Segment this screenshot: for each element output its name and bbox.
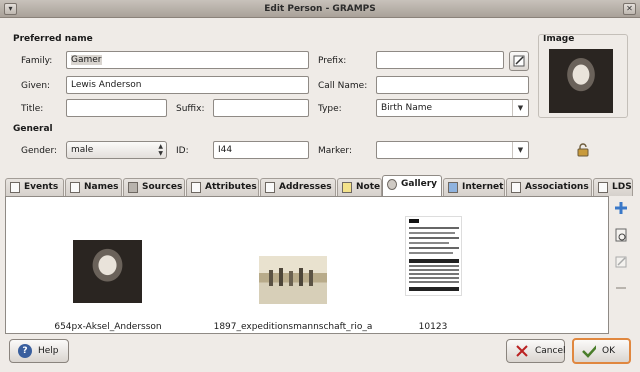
tab-events[interactable]: Events (5, 178, 64, 196)
tab-sources[interactable]: Sources (123, 178, 185, 196)
share-media-button[interactable] (613, 228, 629, 244)
general-heading: General (13, 124, 53, 134)
cancel-button[interactable]: Cancel (506, 339, 566, 363)
edit-media-button[interactable] (613, 255, 629, 271)
ok-button[interactable]: OK (572, 338, 631, 364)
edit-icon (615, 256, 627, 268)
family-input-value: Gamer (71, 55, 102, 65)
tab-lds-label: LDS (612, 182, 632, 192)
tab-note[interactable]: Note (337, 178, 382, 196)
cancel-button-label: Cancel (535, 346, 566, 356)
tab-attributes-label: Attributes (205, 182, 257, 192)
gender-label: Gender: (21, 146, 58, 156)
gallery-icon (387, 179, 397, 190)
help-button[interactable]: ? Help (9, 339, 69, 363)
help-icon: ? (18, 344, 32, 358)
add-media-button[interactable] (613, 201, 629, 217)
window-menu-icon[interactable]: ▾ (4, 3, 17, 15)
updown-icon: ▲ ▼ (158, 143, 163, 157)
type-combo[interactable]: Birth Name ▼ (376, 99, 529, 117)
sources-icon (128, 182, 138, 193)
tab-internet-label: Internet (462, 182, 504, 192)
tab-lds[interactable]: LDS (593, 178, 633, 196)
tab-associations-label: Associations (525, 182, 589, 192)
person-portrait[interactable] (549, 49, 613, 113)
close-window-button[interactable]: ✕ (623, 3, 636, 15)
title-input[interactable] (66, 99, 167, 117)
callname-input[interactable] (376, 76, 529, 94)
gallery-thumbnail[interactable] (73, 240, 142, 303)
tab-associations[interactable]: Associations (506, 178, 592, 196)
id-input-value: I44 (218, 145, 233, 155)
add-icon (615, 202, 627, 214)
window-title: Edit Person - GRAMPS (264, 4, 376, 14)
suffix-label: Suffix: (176, 104, 205, 114)
gallery-caption: 654px-Aksel_Andersson (54, 322, 162, 332)
chevron-down-icon: ▼ (512, 100, 528, 116)
help-button-label: Help (38, 346, 59, 356)
lds-icon (598, 182, 608, 193)
gallery-thumbnail[interactable] (405, 216, 462, 296)
note-icon (342, 182, 352, 193)
marker-label: Marker: (318, 146, 352, 156)
given-label: Given: (21, 81, 51, 91)
events-icon (10, 182, 20, 193)
remove-media-button[interactable] (613, 281, 629, 297)
tab-gallery-label: Gallery (401, 179, 438, 189)
addresses-icon (265, 182, 275, 193)
tab-names-label: Names (84, 182, 119, 192)
share-icon (615, 228, 627, 242)
tab-addresses[interactable]: Addresses (260, 178, 336, 196)
suffix-input[interactable] (213, 99, 309, 117)
family-label: Family: (21, 56, 53, 66)
family-input[interactable]: Gamer (66, 51, 309, 69)
group-photo-image (269, 268, 313, 286)
tab-attributes[interactable]: Attributes (186, 178, 259, 196)
type-label: Type: (318, 104, 342, 114)
document-page-image (409, 219, 459, 291)
marker-combo[interactable]: ▼ (376, 141, 529, 159)
title-label: Title: (21, 104, 44, 114)
prefix-label: Prefix: (318, 56, 347, 66)
gallery-caption: 10123 (418, 322, 448, 332)
edit-name-button[interactable] (509, 51, 529, 71)
id-input[interactable]: I44 (213, 141, 309, 159)
close-icon: ✕ (626, 4, 633, 13)
callname-label: Call Name: (318, 81, 368, 91)
tab-internet[interactable]: Internet (443, 178, 505, 196)
remove-icon (616, 287, 626, 289)
tab-note-label: Note (356, 182, 381, 192)
chevron-down-icon: ▼ (512, 142, 528, 158)
tab-names[interactable]: Names (65, 178, 122, 196)
given-input-value: Lewis Anderson (71, 80, 142, 90)
tab-sources-label: Sources (142, 182, 183, 192)
ok-button-label: OK (602, 346, 615, 356)
title-bar: Edit Person - GRAMPS ▾ ✕ (0, 0, 640, 18)
names-icon (70, 182, 80, 193)
type-combo-value: Birth Name (381, 103, 433, 113)
edit-icon (513, 55, 525, 67)
tab-gallery[interactable]: Gallery (382, 175, 442, 196)
tab-addresses-label: Addresses (279, 182, 332, 192)
associations-icon (511, 182, 521, 193)
tab-strip: Events Names Sources Attributes Addresse… (5, 175, 633, 196)
gender-select[interactable]: male ▲ ▼ (66, 141, 167, 159)
cancel-icon (516, 345, 528, 357)
tab-events-label: Events (24, 182, 59, 192)
given-input[interactable]: Lewis Anderson (66, 76, 309, 94)
prefix-input[interactable] (376, 51, 504, 69)
gallery-thumbnail[interactable] (259, 256, 327, 304)
internet-icon (448, 182, 458, 193)
ok-icon (582, 345, 596, 358)
attributes-icon (191, 182, 201, 193)
gender-select-value: male (71, 145, 94, 155)
privacy-lock-icon[interactable] (576, 143, 590, 157)
preferred-name-heading: Preferred name (13, 34, 93, 44)
edit-person-window: Edit Person - GRAMPS ▾ ✕ Preferred name … (0, 0, 640, 372)
id-label: ID: (176, 146, 189, 156)
gallery-pane: 654px-Aksel_Andersson 1897_expeditionsma… (5, 196, 609, 334)
gallery-caption: 1897_expeditionsmannschaft_rio_a (213, 322, 373, 332)
